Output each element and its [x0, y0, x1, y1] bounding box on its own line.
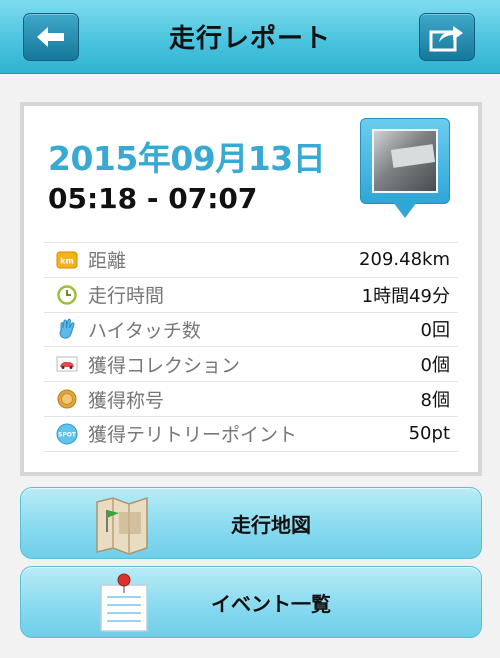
stat-row-high-touch: ハイタッチ数 0回: [44, 313, 458, 348]
stat-row-territory-points: SPOT 獲得テリトリーポイント 50pt: [44, 417, 458, 452]
stat-row-drive-time: 走行時間 1時間49分: [44, 278, 458, 313]
stat-row-distance: km 距離 209.48km: [44, 243, 458, 278]
drive-map-label: 走行地図: [231, 512, 311, 537]
stat-value: 8個: [420, 390, 450, 412]
report-card: 2015年09月13日 05:18 - 07:07 km 距離 209.48km…: [20, 102, 482, 476]
hand-icon: [56, 318, 78, 340]
back-button[interactable]: [23, 13, 79, 61]
stats-list: km 距離 209.48km 走行時間 1時間49分 ハイタッチ数 0回 獲得コ…: [44, 242, 458, 452]
photo-thumbnail: [372, 129, 438, 193]
clock-icon: [56, 284, 78, 306]
share-icon: [429, 26, 463, 52]
event-list-label: イベント一覧: [211, 591, 331, 616]
km-badge-text: km: [60, 256, 74, 265]
report-time-range: 05:18 - 07:07: [48, 182, 258, 215]
report-date: 2015年09月13日: [48, 139, 326, 178]
stat-label: 獲得テリトリーポイント: [88, 424, 298, 447]
drive-map-button[interactable]: 走行地図: [20, 487, 482, 559]
stat-value: 50pt: [408, 423, 450, 445]
page-title: 走行レポート: [168, 24, 331, 54]
spot-icon: SPOT: [56, 423, 78, 445]
spot-badge-text: SPOT: [58, 431, 77, 438]
km-icon: km: [56, 249, 78, 271]
share-button[interactable]: [419, 13, 475, 61]
header-bar: 走行レポート: [0, 0, 500, 74]
stat-value: 0回: [420, 320, 450, 342]
car-card-icon: [56, 353, 78, 375]
pin-pointer: [393, 202, 417, 218]
stat-value: 209.48km: [359, 249, 450, 271]
stat-label: 獲得コレクション: [88, 354, 241, 377]
stat-value: 0個: [420, 355, 450, 377]
stat-row-collection: 獲得コレクション 0個: [44, 347, 458, 383]
event-list-button[interactable]: イベント一覧: [20, 566, 482, 638]
stat-label: ハイタッチ数: [88, 319, 201, 342]
medal-icon: [56, 388, 78, 410]
pin-frame: [360, 118, 450, 204]
stat-label: 獲得称号: [88, 389, 165, 412]
stat-row-titles: 獲得称号 8個: [44, 382, 458, 417]
arrow-left-icon: [37, 27, 64, 47]
stat-label: 距離: [88, 250, 127, 273]
photo-pin[interactable]: [360, 118, 450, 226]
stat-value: 1時間49分: [361, 285, 450, 307]
stat-label: 走行時間: [88, 285, 165, 308]
